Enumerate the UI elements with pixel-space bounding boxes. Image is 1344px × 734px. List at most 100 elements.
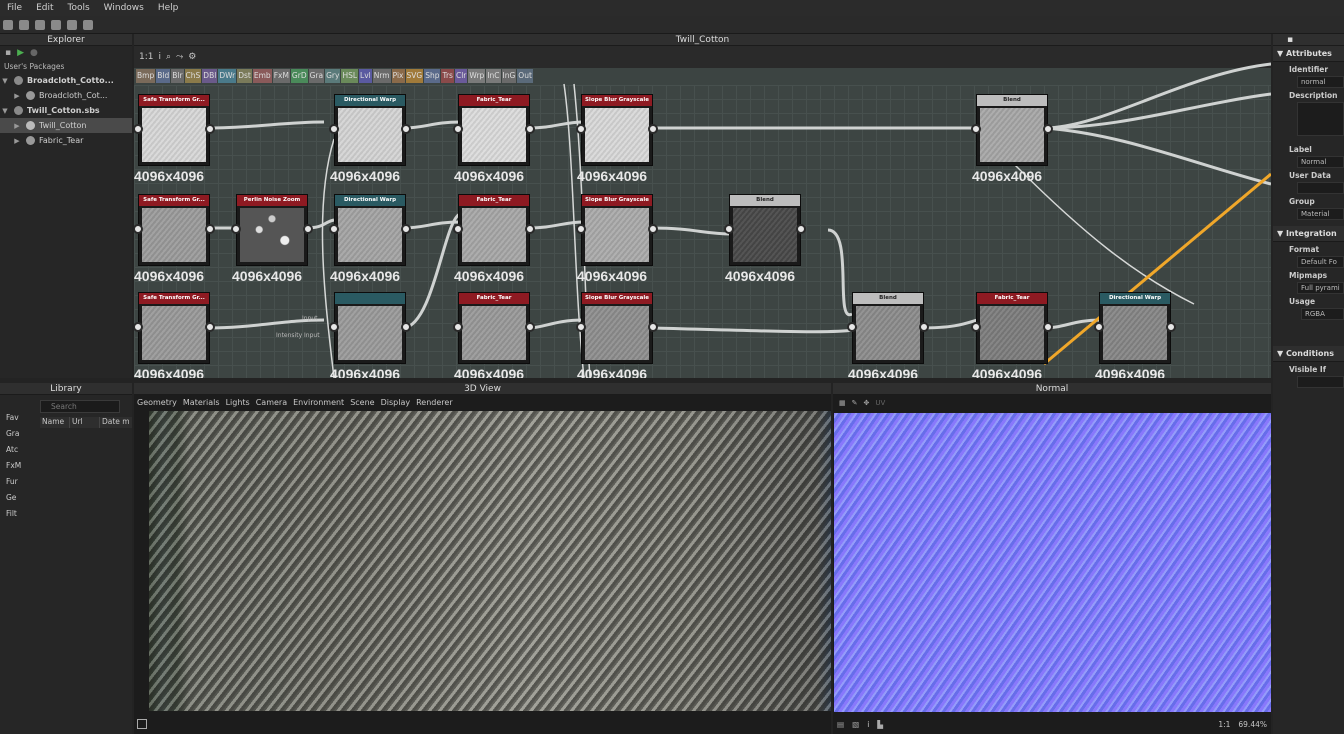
save-all-icon[interactable] [51, 19, 61, 30]
tree-item-twill-graph[interactable]: ▶ Twill_Cotton [0, 118, 132, 133]
3d-menu-geometry[interactable]: Geometry [137, 398, 177, 407]
tree-item-twill-package[interactable]: ▼ Twill_Cotton.sbs [0, 103, 132, 118]
normal-map-image[interactable] [834, 413, 1271, 712]
node-output-port[interactable] [525, 322, 535, 332]
3d-view-options-icon[interactable] [137, 719, 147, 729]
graph-node[interactable]: Slope Blur Grayscale [581, 292, 653, 364]
identifier-field[interactable]: normal [1297, 76, 1344, 88]
new-package-icon[interactable]: ▪ [5, 48, 11, 58]
section-conditions[interactable]: ▼ Conditions [1273, 346, 1344, 362]
graph-node[interactable]: Slope Blur Grayscale [581, 194, 653, 266]
3d-menu-camera[interactable]: Camera [256, 398, 287, 407]
node-input-port[interactable] [847, 322, 857, 332]
node-output-port[interactable] [1043, 322, 1053, 332]
node-output-port[interactable] [525, 124, 535, 134]
checker-icon[interactable]: ▧ [852, 720, 859, 729]
graph-node[interactable]: Directional Warp [334, 194, 406, 266]
node-output-port[interactable] [648, 224, 658, 234]
node-input-port[interactable] [576, 124, 586, 134]
channels-icon[interactable]: ▤ [837, 720, 844, 729]
graph-node[interactable]: Fabric_Tear [458, 194, 530, 266]
menu-help[interactable]: Help [151, 3, 186, 13]
col-url[interactable]: Url [70, 417, 100, 428]
zoom-ratio[interactable]: 1:1 [1218, 720, 1230, 729]
node-input-port[interactable] [231, 224, 241, 234]
usage-field[interactable]: RGBA [1301, 308, 1344, 320]
tree-item-broadcloth-package[interactable]: ▼ Broadcloth_Cotto... [0, 73, 132, 88]
node-input-port[interactable] [971, 124, 981, 134]
graph-node[interactable]: Directional Warp [1099, 292, 1171, 364]
graph-node[interactable]: Fabric_Tear [458, 292, 530, 364]
section-integration[interactable]: ▼ Integration [1273, 226, 1344, 242]
uv-toggle[interactable]: UV [875, 399, 885, 407]
section-attributes[interactable]: ▼ Attributes [1273, 46, 1344, 62]
menu-tools[interactable]: Tools [61, 3, 97, 13]
3d-menu-display[interactable]: Display [381, 398, 411, 407]
node-output-port[interactable] [648, 322, 658, 332]
node-output-port[interactable] [525, 224, 535, 234]
3d-viewport[interactable] [149, 411, 831, 711]
label-field[interactable]: Normal [1297, 156, 1344, 168]
tree-item-fabric-tear[interactable]: ▶ Fabric_Tear [0, 133, 132, 148]
graph-node[interactable]: Fabric_Tear [976, 292, 1048, 364]
3d-menu-materials[interactable]: Materials [183, 398, 220, 407]
menu-windows[interactable]: Windows [97, 3, 151, 13]
menu-file[interactable]: File [0, 3, 29, 13]
node-output-port[interactable] [303, 224, 313, 234]
node-output-port[interactable] [1166, 322, 1176, 332]
tree-item-broadcloth-graph[interactable]: ▶ Broadcloth_Cot... [0, 88, 132, 103]
node-output-port[interactable] [401, 124, 411, 134]
node-input-port[interactable] [576, 322, 586, 332]
menu-edit[interactable]: Edit [29, 3, 60, 13]
visible-if-field[interactable] [1297, 376, 1344, 388]
node-input-port[interactable] [453, 224, 463, 234]
graph-node[interactable]: Slope Blur Grayscale [581, 94, 653, 166]
node-input-port[interactable] [576, 224, 586, 234]
layers-icon[interactable]: ▦ [839, 399, 846, 407]
redo-icon[interactable] [83, 19, 93, 30]
graph-node[interactable]: Directional Warp [334, 94, 406, 166]
col-name[interactable]: Name [40, 417, 70, 428]
mipmaps-select[interactable]: Full pyrami [1297, 282, 1344, 294]
graph-node[interactable]: Safe Transform Gr... [138, 94, 210, 166]
3d-menu-environment[interactable]: Environment [293, 398, 344, 407]
3d-menu-lights[interactable]: Lights [226, 398, 250, 407]
graph-node[interactable]: Blend [729, 194, 801, 266]
graph-node[interactable]: Blend [976, 94, 1048, 166]
graph-node[interactable]: Safe Transform Gr... [138, 292, 210, 364]
col-date[interactable]: Date m [100, 417, 132, 428]
node-output-port[interactable] [205, 124, 215, 134]
description-field[interactable] [1297, 102, 1344, 136]
node-output-port[interactable] [401, 322, 411, 332]
new-icon[interactable] [3, 19, 13, 30]
graph-node[interactable] [334, 292, 406, 364]
graph-node[interactable]: Perlin Noise Zoom [236, 194, 308, 266]
move-icon[interactable]: ✥ [864, 399, 870, 407]
node-output-port[interactable] [648, 124, 658, 134]
node-output-port[interactable] [205, 224, 215, 234]
library-category[interactable]: FxM [0, 461, 36, 477]
node-output-port[interactable] [919, 322, 929, 332]
library-category[interactable]: Gra [0, 429, 36, 445]
zoom-percent[interactable]: 69.44% [1238, 720, 1267, 729]
node-input-port[interactable] [329, 322, 339, 332]
library-search-input[interactable]: Search [40, 400, 120, 413]
3d-menu-renderer[interactable]: Renderer [416, 398, 453, 407]
histogram-icon[interactable]: ▙ [877, 720, 883, 729]
info-icon[interactable]: i [867, 720, 869, 729]
graph-node[interactable]: Safe Transform Gr... [138, 194, 210, 266]
edit-icon[interactable]: ✎ [852, 399, 858, 407]
user-data-field[interactable] [1297, 182, 1344, 194]
library-category[interactable]: Fur [0, 477, 36, 493]
library-category[interactable]: Ge [0, 493, 36, 509]
node-input-port[interactable] [971, 322, 981, 332]
save-icon[interactable] [35, 19, 45, 30]
node-input-port[interactable] [724, 224, 734, 234]
graph-node[interactable]: Blend [852, 292, 924, 364]
node-input-port[interactable] [1094, 322, 1104, 332]
library-category[interactable]: Fav [0, 413, 36, 429]
node-output-port[interactable] [401, 224, 411, 234]
node-input-port[interactable] [453, 124, 463, 134]
open-icon[interactable] [19, 19, 29, 30]
node-output-port[interactable] [796, 224, 806, 234]
